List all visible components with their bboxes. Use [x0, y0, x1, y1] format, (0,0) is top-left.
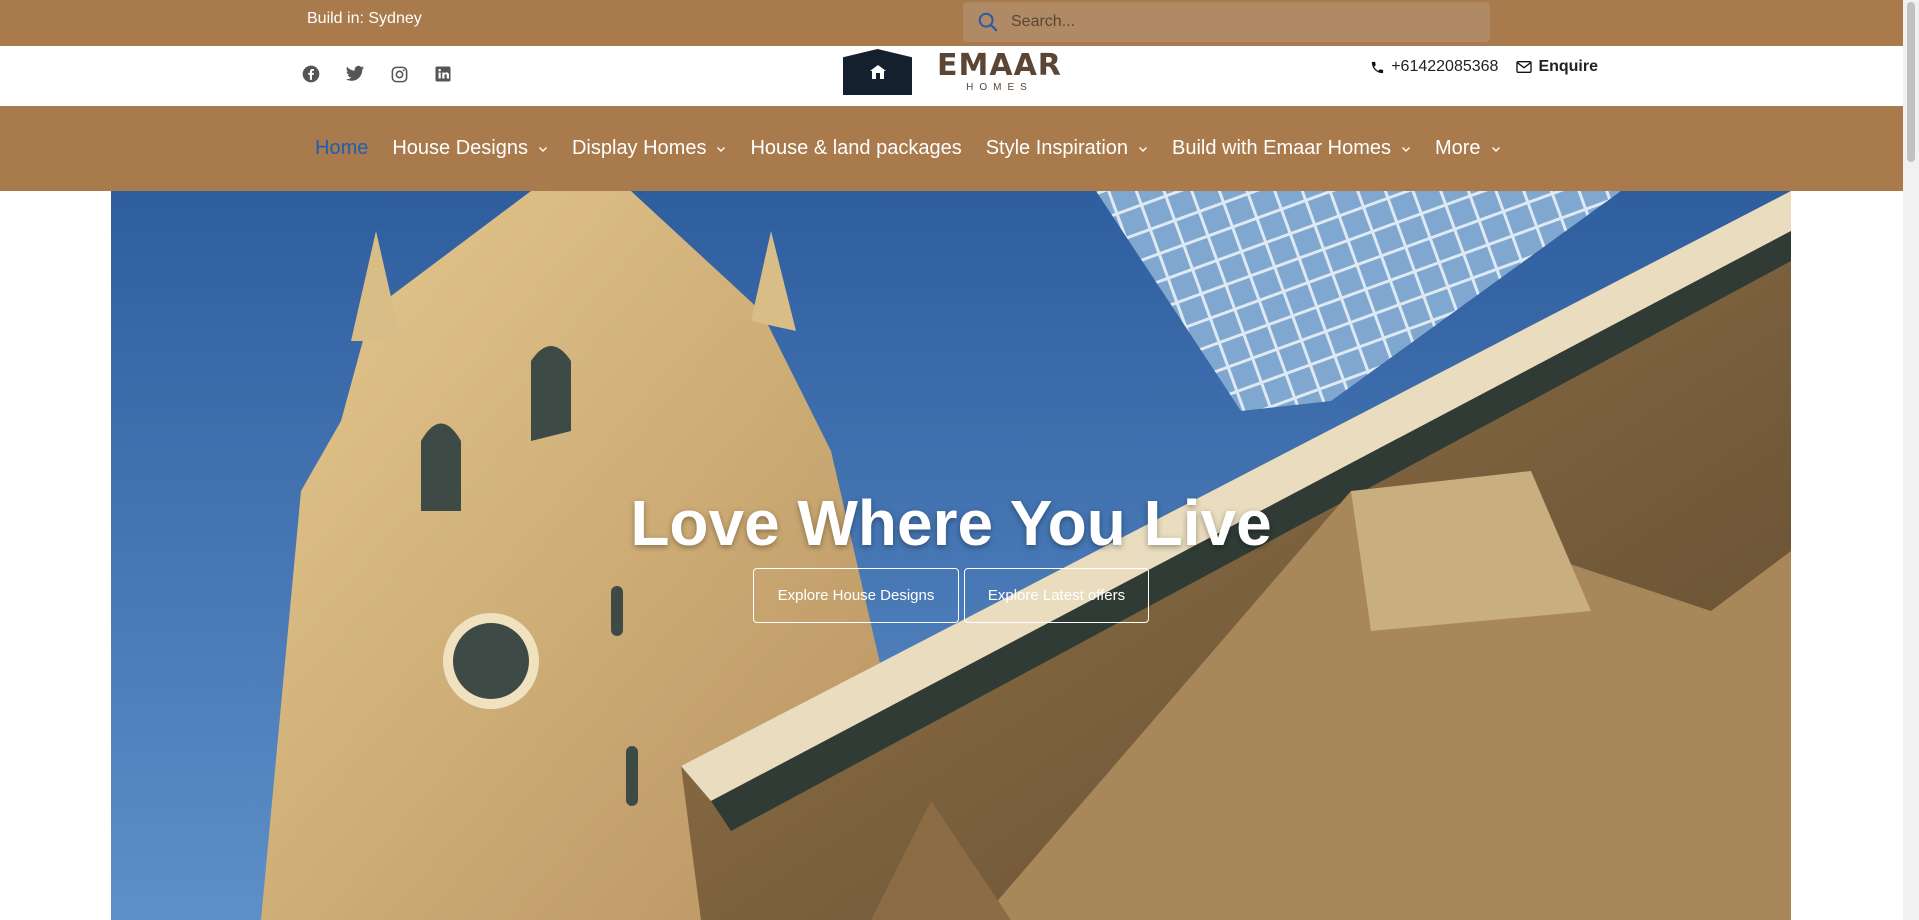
nav-menu: Home House Designs Display Homes House &…	[315, 106, 1525, 191]
build-location[interactable]: Build in: Sydney	[307, 10, 422, 28]
nav-item-home[interactable]: Home	[315, 137, 368, 160]
chevron-down-icon	[538, 146, 547, 152]
nav-item-style-inspiration[interactable]: Style Inspiration	[986, 137, 1148, 160]
instagram-icon[interactable]	[388, 63, 410, 85]
nav-label: Display Homes	[571, 137, 707, 159]
enquire-link[interactable]: Enquire	[1516, 58, 1598, 76]
main-nav: Home House Designs Display Homes House &…	[0, 106, 1903, 191]
nav-item-more[interactable]: More	[1435, 137, 1501, 160]
chevron-down-icon	[1139, 146, 1148, 152]
facebook-icon[interactable]	[300, 63, 322, 85]
contact-links: +61422085368 Enquire	[1370, 58, 1598, 76]
house-icon	[870, 65, 886, 79]
nav-item-display-homes[interactable]: Display Homes	[572, 137, 726, 160]
logo-word: EMAAR	[937, 47, 1062, 83]
page-scrollbar[interactable]	[1903, 0, 1919, 920]
envelope-icon	[1516, 61, 1533, 73]
explore-latest-offers-button[interactable]: Explore Latest offers	[964, 568, 1149, 623]
nav-label: House Designs	[392, 137, 528, 159]
logo-mark	[843, 49, 912, 95]
nav-item-house-designs[interactable]: House Designs	[392, 137, 548, 160]
search-icon[interactable]	[977, 11, 999, 33]
phone-icon	[1372, 61, 1384, 73]
nav-label: Home	[315, 137, 369, 159]
nav-label: Style Inspiration	[985, 137, 1129, 159]
phone-link[interactable]: +61422085368	[1370, 58, 1498, 76]
search-input[interactable]	[1011, 13, 1451, 31]
linkedin-icon[interactable]	[432, 63, 454, 85]
chevron-down-icon	[1491, 146, 1500, 152]
enquire-label: Enquire	[1538, 58, 1598, 75]
nav-item-house-land-packages[interactable]: House & land packages	[750, 137, 961, 160]
chevron-down-icon	[717, 146, 726, 152]
hero-title: Love Where You Live	[630, 487, 1272, 559]
nav-label: House & land packages	[750, 137, 962, 159]
top-bar: Build in: Sydney	[0, 0, 1903, 46]
hero-banner: Love Where You Live Explore House Design…	[111, 191, 1791, 920]
page: Build in: Sydney Search... EMAAR HOMES +…	[0, 0, 1919, 920]
nav-item-build-with-emaar[interactable]: Build with Emaar Homes	[1172, 137, 1411, 160]
hero-buttons: Explore House Designs Explore Latest off…	[753, 568, 1149, 623]
phone-number: +61422085368	[1391, 58, 1499, 75]
logo-subtitle: HOMES	[966, 81, 1033, 93]
social-links	[300, 63, 454, 85]
logo-text: EMAAR HOMES	[937, 47, 1062, 93]
search-box[interactable]	[963, 2, 1490, 42]
scrollbar-thumb[interactable]	[1907, 2, 1915, 162]
nav-label: More	[1434, 137, 1481, 159]
site-logo[interactable]: EMAAR HOMES	[843, 49, 1062, 95]
nav-label: Build with Emaar Homes	[1172, 137, 1391, 159]
header: EMAAR HOMES +61422085368 Enquire	[0, 46, 1903, 106]
chevron-down-icon	[1401, 146, 1410, 152]
twitter-icon[interactable]	[344, 63, 366, 85]
explore-house-designs-button[interactable]: Explore House Designs	[753, 568, 959, 623]
